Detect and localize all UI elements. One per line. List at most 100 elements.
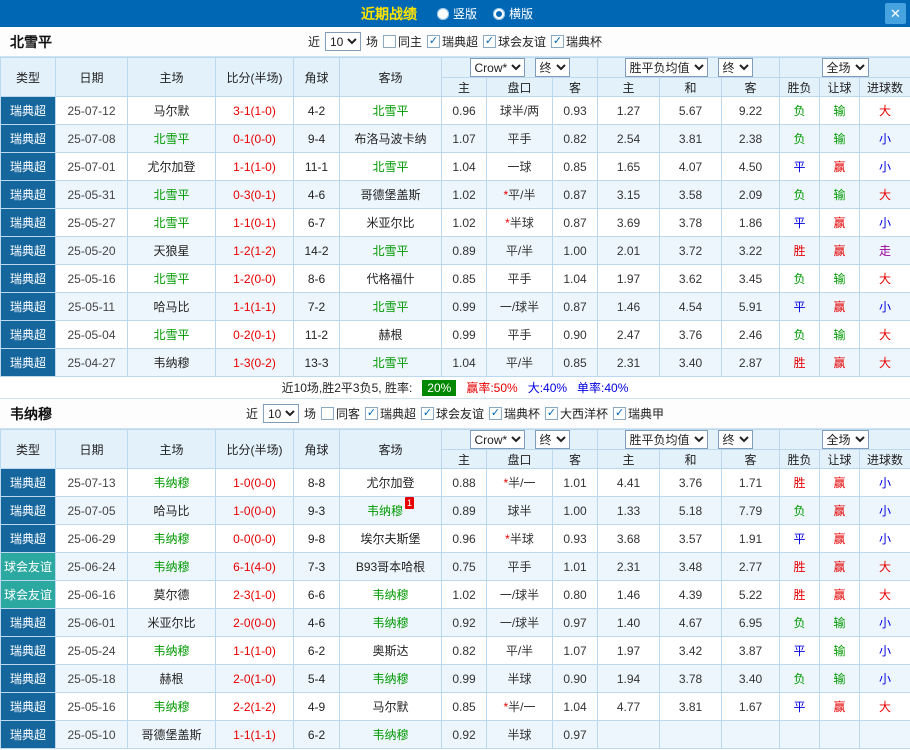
date-cell: 25-05-11 <box>55 292 128 321</box>
corner-cell: 5-4 <box>293 664 340 693</box>
outcome-cell: 胜 <box>779 348 821 377</box>
filter-checkbox[interactable]: ✓ 瑞典超 <box>427 33 478 50</box>
away-team-cell: 米亚尔比 <box>339 208 442 237</box>
avg-home-cell: 4.41 <box>597 468 661 497</box>
home-team-cell: 马尔默 <box>127 96 216 125</box>
away-team-cell: 韦纳穆 <box>339 720 442 749</box>
date-cell: 25-07-01 <box>55 152 128 181</box>
filter-checkbox[interactable]: 同客 <box>320 405 360 422</box>
avg-draw-cell: 3.57 <box>659 524 723 553</box>
subcol-header: 主 <box>597 449 661 469</box>
avg-away-cell: 4.50 <box>721 152 781 181</box>
bookmaker-select[interactable]: Crow* <box>469 430 525 449</box>
goals-result-cell: 大 <box>859 580 910 609</box>
games-label: 场 <box>303 407 316 421</box>
handicap-result-cell: 赢 <box>819 692 861 721</box>
radio-horizontal-layout[interactable]: 横版 <box>493 5 533 22</box>
summary-text: 近10场,胜2平3负5, 胜率: <box>281 381 413 395</box>
goals-result-cell: 大 <box>859 692 910 721</box>
filter-checkbox[interactable]: 同主 <box>382 33 422 50</box>
avg-home-cell: 4.77 <box>597 692 661 721</box>
corner-cell: 4-6 <box>293 608 340 637</box>
goals-result-cell: 大 <box>859 96 910 125</box>
away-team-cell: 赫根 <box>339 320 442 349</box>
home-team-cell: 韦纳穆 <box>127 692 216 721</box>
goals-result-cell: 小 <box>859 636 910 665</box>
odds-home-cell: 0.96 <box>441 96 487 125</box>
win-rate-badge: 20% <box>422 379 457 396</box>
score-cell: 1-1(0-1) <box>215 208 294 237</box>
filter-checkbox[interactable]: ✓ 瑞典杯 <box>489 405 540 422</box>
away-col-header: 客场 <box>339 429 442 469</box>
filter-checkbox[interactable]: ✓ 瑞典杯 <box>551 33 602 50</box>
filter-checkbox[interactable]: ✓ 球会友谊 <box>421 405 484 422</box>
corner-cell: 4-6 <box>293 180 340 209</box>
handicap-star: * <box>503 188 509 202</box>
date-col-header: 日期 <box>55 57 128 97</box>
filter-checkbox-label: 瑞典杯 <box>504 407 541 421</box>
avg-home-cell: 1.97 <box>597 636 661 665</box>
match-count-select[interactable]: 10 <box>324 32 361 51</box>
goals-result-cell: 小 <box>859 124 910 153</box>
match-row: 瑞典超 25-07-01 尤尔加登 1-1(1-0) 11-1 北雪平 1.04 一球 0.85… <box>0 152 910 181</box>
final-avg-select[interactable]: 终 <box>717 58 753 77</box>
date-cell: 25-06-29 <box>55 524 128 553</box>
league-cell: 瑞典超 <box>0 692 56 721</box>
odds-away-cell: 1.00 <box>551 496 599 525</box>
subcol-header: 客 <box>551 77 599 97</box>
league-cell: 瑞典超 <box>0 664 56 693</box>
odds-away-cell: 0.87 <box>551 208 599 237</box>
handicap-star: * <box>505 216 510 230</box>
odds-home-cell: 0.99 <box>441 320 487 349</box>
handicap-cell: 球半/两 <box>486 96 553 125</box>
score-cell: 2-0(0-0) <box>215 608 294 637</box>
corner-cell: 14-2 <box>293 236 340 265</box>
avg-draw-cell: 4.39 <box>659 580 723 609</box>
avg-odds-select[interactable]: 胜平负均值 <box>624 430 708 449</box>
filter-checkbox[interactable]: ✓ 大西洋杯 <box>545 405 608 422</box>
filter-checkbox[interactable]: ✓ 瑞典超 <box>364 405 416 422</box>
avg-home-cell: 1.33 <box>597 496 661 525</box>
final-avg-select[interactable]: 终 <box>717 430 753 449</box>
sections-container: 北雪平近 10 场同主 ✓ 瑞典超 ✓ 球会友谊 ✓ 瑞典杯 类型 日期 主场 比分(半场) 角球 客场 Cr… <box>0 27 910 749</box>
league-cell: 瑞典超 <box>0 348 56 377</box>
odds-home-cell: 0.99 <box>441 664 487 693</box>
final-odds-select[interactable]: 终 <box>534 58 570 77</box>
odds-away-cell: 1.04 <box>551 264 599 293</box>
team-name: 韦纳穆 <box>10 405 52 422</box>
handicap-cell: 球半 <box>486 496 553 525</box>
goals-result-cell: 大 <box>859 348 910 377</box>
handicap-cell: 平手 <box>486 124 553 153</box>
handicap-result-cell: 赢 <box>819 580 861 609</box>
final-odds-select[interactable]: 终 <box>534 430 570 449</box>
close-button[interactable]: ✕ <box>885 3 906 24</box>
away-team-cell: 北雪平 <box>339 152 442 181</box>
home-team-cell: 韦纳穆 <box>127 636 216 665</box>
away-team-cell: 北雪平 <box>339 236 442 265</box>
subcol-header: 主 <box>441 449 487 469</box>
header-controls-group: 胜平负均值终 <box>599 430 779 449</box>
radio-vertical-layout[interactable]: 竖版 <box>436 5 477 22</box>
match-count-select[interactable]: 10 <box>262 404 299 423</box>
avg-away-cell: 6.95 <box>721 608 781 637</box>
checkbox-checked-icon: ✓ <box>613 407 627 420</box>
scope-select[interactable]: 全场 <box>821 430 869 449</box>
radio-unchecked-icon <box>436 7 449 20</box>
league-cell: 瑞典超 <box>0 720 56 749</box>
avg-odds-select[interactable]: 胜平负均值 <box>624 58 708 77</box>
handicap-cell: 平/半 <box>486 636 553 665</box>
subcol-header: 盘口 <box>486 449 553 469</box>
score-cell: 1-1(1-1) <box>215 292 294 321</box>
scope-select[interactable]: 全场 <box>821 58 869 77</box>
away-team-cell: 尤尔加登 <box>339 468 442 497</box>
header-controls: Crow* 终 <box>440 57 599 78</box>
filter-checkbox[interactable]: ✓ 球会友谊 <box>483 33 546 50</box>
avg-away-cell: 3.22 <box>721 236 781 265</box>
radio-vertical-label: 竖版 <box>452 7 477 21</box>
filter-checkbox[interactable]: ✓ 瑞典甲 <box>613 405 664 422</box>
match-row: 瑞典超 25-05-24 韦纳穆 1-1(1-0) 6-2 奥斯达 0.82 平/半 1.07 1… <box>0 636 910 665</box>
bookmaker-select[interactable]: Crow* <box>469 58 525 77</box>
league-cell: 瑞典超 <box>0 636 56 665</box>
header-controls: Crow* 终 <box>440 429 599 450</box>
section-header-bar: 韦纳穆近 10 场同客 ✓ 瑞典超 ✓ 球会友谊 ✓ 瑞典杯 ✓ 大西洋杯 ✓ 瑞典甲 <box>0 399 910 429</box>
